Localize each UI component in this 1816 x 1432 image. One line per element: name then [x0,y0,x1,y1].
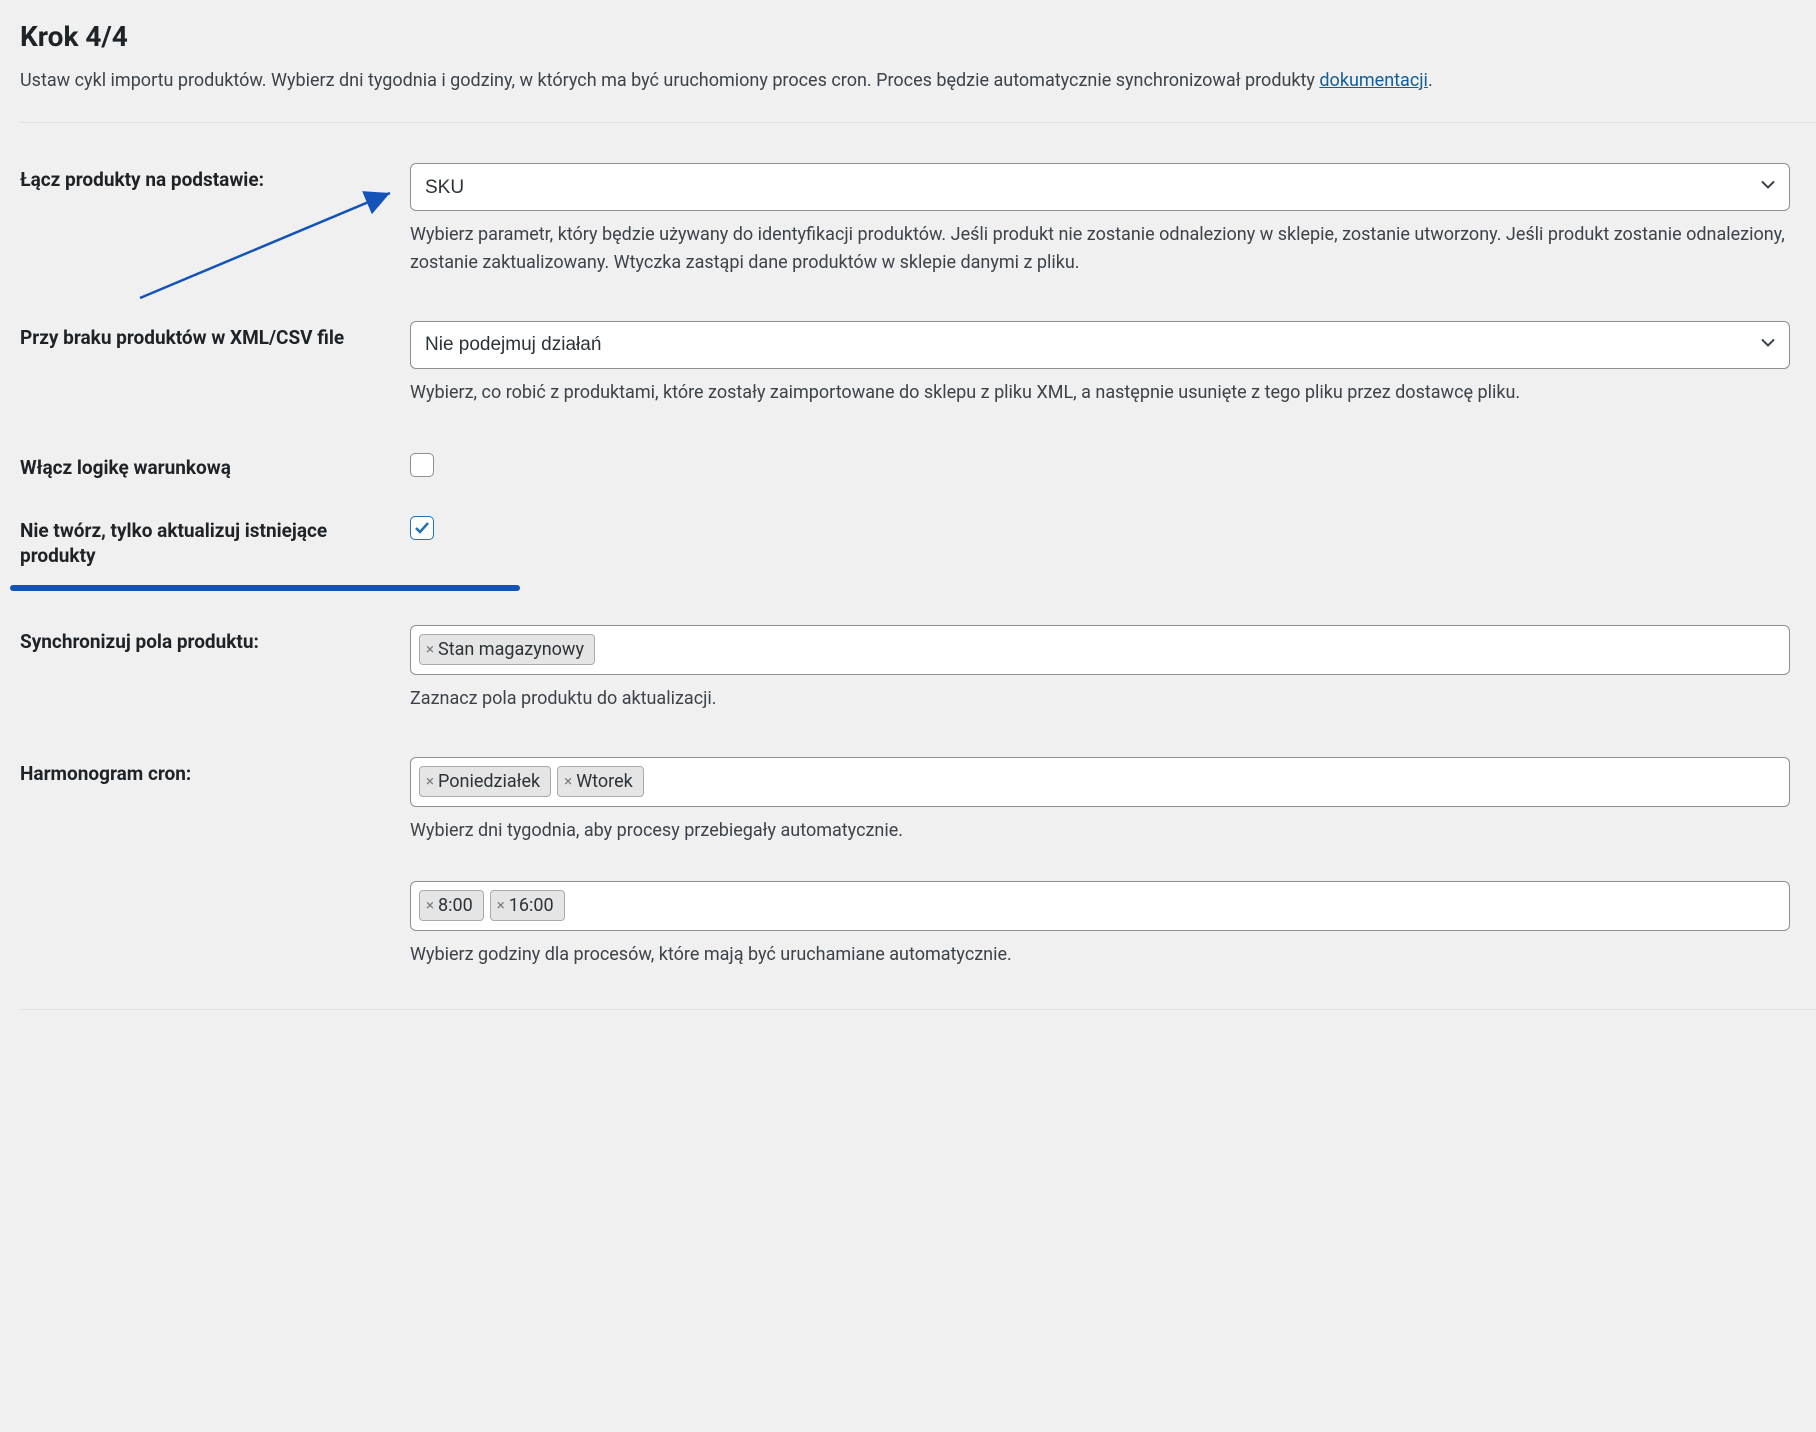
label-cron-schedule: Harmonogram cron: [20,757,410,787]
close-icon[interactable]: × [426,898,434,913]
checkbox-conditional-logic[interactable] [410,453,434,477]
tag-cron-day: × Poniedziałek [419,766,551,797]
label-sync-fields: Synchronizuj pola produktu: [20,625,410,655]
help-cron-hours: Wybierz godziny dla procesów, które mają… [410,941,1790,969]
row-cron-schedule: Harmonogram cron: × Poniedziałek × Wtore… [20,757,1816,969]
label-conditional-logic: Włącz logikę warunkową [20,451,410,481]
tag-label: Stan magazynowy [438,639,584,660]
tag-label: 16:00 [509,895,554,916]
annotation-arrow [130,183,410,313]
tags-sync-fields[interactable]: × Stan magazynowy [410,625,1790,675]
annotation-underline [10,585,520,591]
tag-label: Poniedziałek [438,771,540,792]
label-missing-products: Przy braku produktów w XML/CSV file [20,321,410,351]
help-missing-products: Wybierz, co robić z produktami, które zo… [410,379,1790,407]
help-link-products: Wybierz parametr, który będzie używany d… [410,221,1790,277]
intro-text: Ustaw cykl importu produktów. Wybierz dn… [20,67,1816,94]
close-icon[interactable]: × [426,774,434,789]
row-missing-products: Przy braku produktów w XML/CSV file Nie … [20,321,1816,407]
label-link-products: Łącz produkty na podstawie: [20,163,410,193]
close-icon[interactable]: × [564,774,572,789]
close-icon[interactable]: × [497,898,505,913]
tag-cron-hour: × 16:00 [490,890,565,921]
tag-label: 8:00 [438,895,473,916]
tags-cron-days[interactable]: × Poniedziałek × Wtorek [410,757,1790,807]
tag-cron-hour: × 8:00 [419,890,484,921]
help-cron-days: Wybierz dni tygodnia, aby procesy przebi… [410,817,1790,845]
checkbox-only-update[interactable] [410,516,434,540]
page-title: Krok 4/4 [20,20,1816,53]
documentation-link[interactable]: dokumentacji [1319,70,1428,91]
select-missing-products[interactable]: Nie podejmuj działań [410,321,1790,369]
tag-cron-day: × Wtorek [557,766,644,797]
label-only-update: Nie twórz, tylko aktualizuj istniejące p… [20,514,410,569]
row-link-products: Łącz produkty na podstawie: SKU Wybierz … [20,163,1816,277]
tag-sync-field: × Stan magazynowy [419,634,595,665]
help-sync-fields: Zaznacz pola produktu do aktualizacji. [410,685,1790,713]
divider [20,122,1816,123]
divider [20,1009,1816,1010]
close-icon[interactable]: × [426,642,434,657]
tag-label: Wtorek [576,771,633,792]
tags-cron-hours[interactable]: × 8:00 × 16:00 [410,881,1790,931]
row-only-update: Nie twórz, tylko aktualizuj istniejące p… [20,514,1816,569]
row-sync-fields: Synchronizuj pola produktu: × Stan magaz… [20,625,1816,713]
row-conditional-logic: Włącz logikę warunkową [20,451,1816,482]
select-link-products[interactable]: SKU [410,163,1790,211]
